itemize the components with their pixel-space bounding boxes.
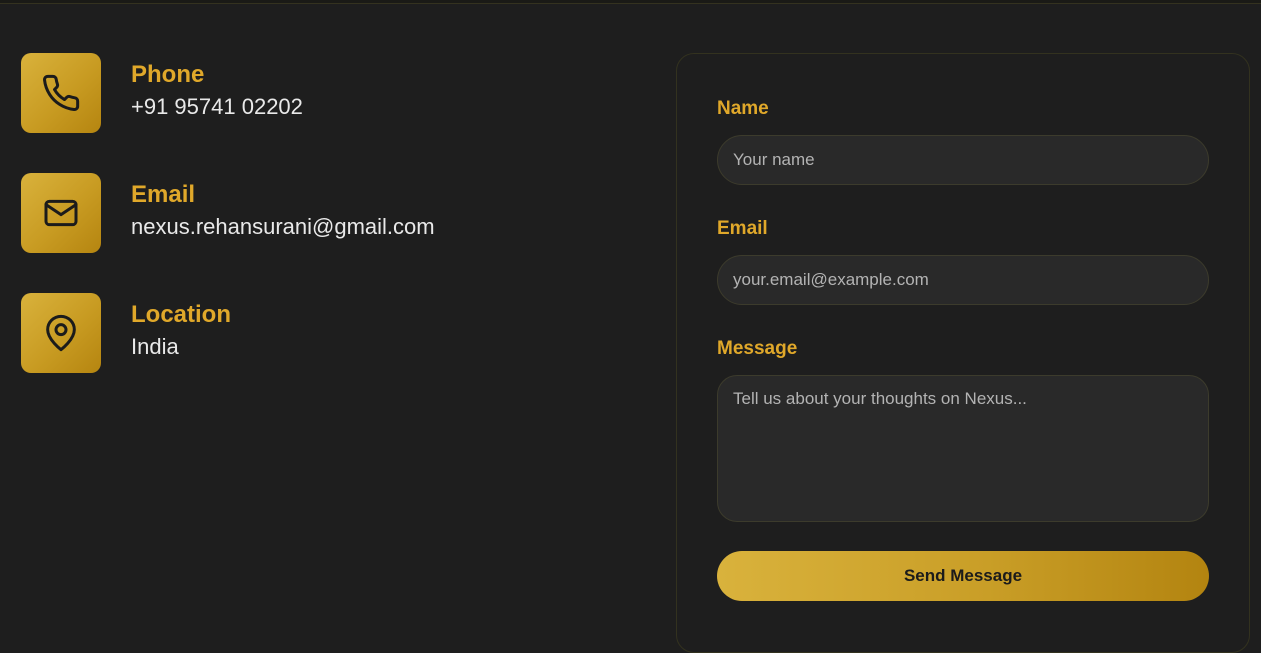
send-message-button[interactable]: Send Message <box>717 551 1209 601</box>
contact-label-location: Location <box>131 301 231 328</box>
name-label: Name <box>717 98 769 119</box>
contact-item-phone: Phone +91 95741 02202 <box>21 53 435 133</box>
name-input[interactable] <box>717 135 1209 185</box>
contact-form: Name Email Message Send Message <box>676 53 1250 653</box>
contact-item-location: Location India <box>21 293 435 373</box>
message-label: Message <box>717 338 798 359</box>
contact-value-phone: +91 95741 02202 <box>131 94 303 119</box>
contact-label-email: Email <box>131 181 196 208</box>
email-input[interactable] <box>717 255 1209 305</box>
contact-info-list: Phone +91 95741 02202 Email nexus.rehans… <box>21 53 435 413</box>
contact-item-email: Email nexus.rehansurani@gmail.com <box>21 173 435 253</box>
email-label: Email <box>717 218 768 239</box>
message-textarea[interactable] <box>717 375 1209 522</box>
contact-label-phone: Phone <box>131 61 205 88</box>
map-pin-icon <box>21 293 101 373</box>
phone-icon <box>21 53 101 133</box>
mail-icon <box>21 173 101 253</box>
contact-value-email: nexus.rehansurani@gmail.com <box>131 214 435 239</box>
top-divider <box>0 0 1261 4</box>
contact-value-location: India <box>131 334 179 359</box>
